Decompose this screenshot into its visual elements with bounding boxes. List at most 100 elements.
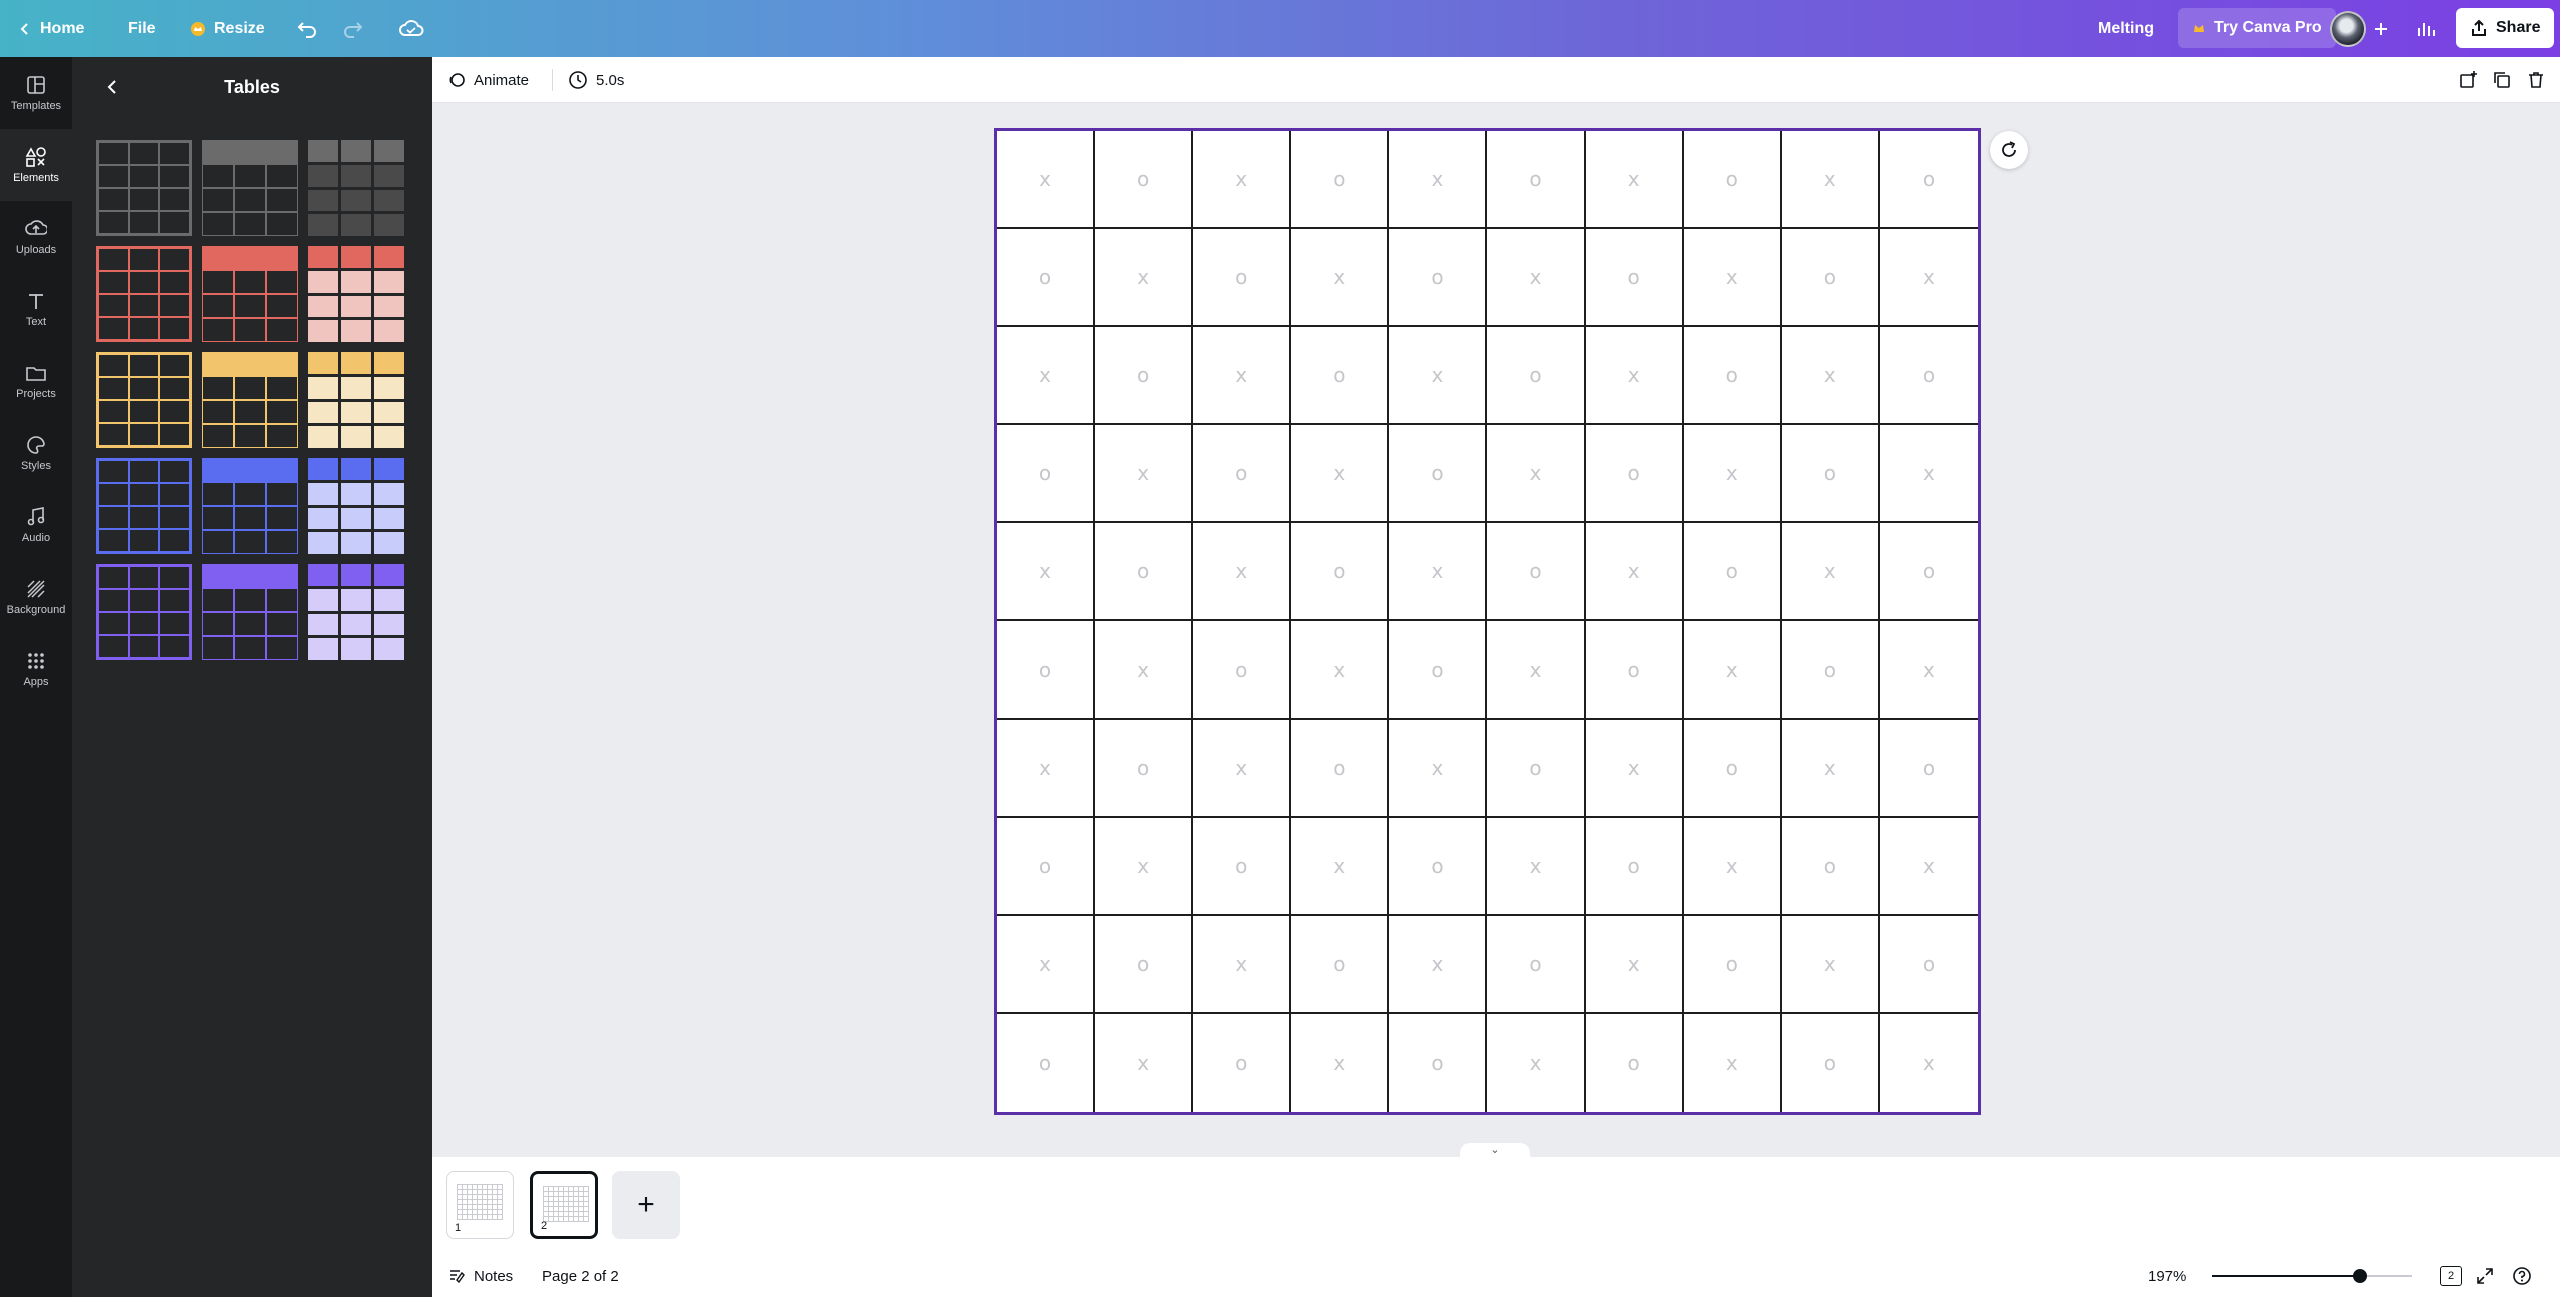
table-cell[interactable]: o <box>1389 229 1488 328</box>
notes-button[interactable]: Notes <box>448 1255 513 1297</box>
zoom-percentage[interactable]: 197% <box>2148 1255 2186 1297</box>
table-cell[interactable]: o <box>1586 1013 1684 1112</box>
share-button[interactable]: Share <box>2456 8 2555 48</box>
rail-item-uploads[interactable]: Uploads <box>0 201 72 273</box>
table-cell[interactable]: o <box>1193 621 1292 720</box>
table-cell[interactable]: o <box>1683 327 1782 426</box>
table-cell[interactable]: o <box>1291 719 1390 818</box>
table-cell[interactable]: o <box>1879 131 1978 230</box>
table-cell[interactable]: o <box>1487 719 1586 818</box>
table-cell[interactable]: x <box>1193 719 1292 818</box>
table-cell[interactable]: x <box>1291 425 1390 524</box>
table-cell[interactable]: x <box>997 719 1096 818</box>
add-page-button[interactable]: + <box>612 1171 680 1239</box>
home-button[interactable]: Home <box>18 0 84 57</box>
table-cell[interactable]: o <box>1683 719 1782 818</box>
table-cell[interactable]: x <box>1879 818 1978 916</box>
table-cell[interactable]: x <box>1487 621 1586 720</box>
zoom-slider-handle[interactable] <box>2353 1269 2367 1283</box>
tic-tac-toe-table[interactable]: xoxoxoxoxooxoxoxoxoxxoxoxoxoxooxoxoxoxox… <box>997 131 1978 1112</box>
table-cell[interactable]: x <box>997 131 1096 230</box>
table-cell[interactable]: o <box>1193 1013 1292 1112</box>
table-cell[interactable]: x <box>1291 817 1390 916</box>
table-cell[interactable]: o <box>1389 817 1488 916</box>
table-cell[interactable]: o <box>1389 1013 1488 1112</box>
add-collaborator-button[interactable] <box>2372 0 2390 57</box>
insights-button[interactable] <box>2415 0 2437 57</box>
table-cell[interactable]: x <box>1389 327 1488 426</box>
rail-item-styles[interactable]: Styles <box>0 417 72 489</box>
table-option[interactable] <box>96 458 192 554</box>
table-option[interactable] <box>308 458 404 554</box>
table-cell[interactable]: o <box>1585 621 1684 720</box>
table-cell[interactable]: x <box>1880 1014 1978 1112</box>
table-option[interactable] <box>308 246 404 342</box>
table-cell[interactable]: x <box>1095 817 1194 916</box>
table-cell[interactable]: o <box>1782 1013 1880 1112</box>
table-cell[interactable]: x <box>997 523 1096 622</box>
page-thumbnail-1[interactable]: 1 <box>446 1171 514 1239</box>
table-cell[interactable]: x <box>1683 425 1782 524</box>
table-cell[interactable]: o <box>1095 131 1194 230</box>
table-cell[interactable]: o <box>1781 229 1880 328</box>
table-cell[interactable]: o <box>1487 915 1586 1014</box>
table-option[interactable] <box>202 458 298 554</box>
table-cell[interactable]: x <box>1585 915 1684 1014</box>
table-cell[interactable]: x <box>1683 817 1782 916</box>
table-cell[interactable]: x <box>1879 621 1978 720</box>
zoom-slider[interactable] <box>2212 1275 2412 1277</box>
table-cell[interactable]: x <box>1389 131 1488 230</box>
table-cell[interactable]: o <box>1095 327 1194 426</box>
design-title[interactable]: Melting <box>2098 0 2154 57</box>
undo-button[interactable] <box>296 0 318 57</box>
table-cell[interactable]: x <box>1683 621 1782 720</box>
page-count-button[interactable]: 2 <box>2440 1255 2462 1297</box>
table-cell[interactable]: x <box>1291 229 1390 328</box>
table-cell[interactable]: x <box>1781 719 1880 818</box>
rail-item-elements[interactable]: Elements <box>0 129 72 201</box>
table-cell[interactable]: o <box>1095 719 1194 818</box>
table-cell[interactable]: x <box>1487 425 1586 524</box>
try-canva-pro-button[interactable]: Try Canva Pro <box>2178 8 2336 48</box>
table-cell[interactable]: o <box>997 229 1096 328</box>
table-cell[interactable]: x <box>1781 523 1880 622</box>
table-cell[interactable]: x <box>1781 131 1880 230</box>
table-cell[interactable]: o <box>1095 523 1194 622</box>
table-cell[interactable]: x <box>1879 425 1978 524</box>
table-cell[interactable]: x <box>1487 229 1586 328</box>
cloud-save-status[interactable] <box>398 0 424 57</box>
delete-page-button[interactable] <box>2526 57 2546 103</box>
table-cell[interactable]: o <box>1879 327 1978 426</box>
file-menu-button[interactable]: File <box>128 0 156 57</box>
table-cell[interactable]: o <box>1389 425 1488 524</box>
page-thumbnail-2[interactable]: 2 <box>530 1171 598 1239</box>
animate-button[interactable]: Animate <box>448 57 529 103</box>
table-cell[interactable]: x <box>1095 229 1194 328</box>
table-cell[interactable]: o <box>1291 523 1390 622</box>
table-option[interactable] <box>202 140 298 236</box>
table-cell[interactable]: x <box>1683 229 1782 328</box>
table-cell[interactable]: o <box>1291 131 1390 230</box>
table-cell[interactable]: x <box>1193 327 1292 426</box>
table-cell[interactable]: x <box>1585 131 1684 230</box>
table-cell[interactable]: o <box>1291 327 1390 426</box>
table-cell[interactable]: x <box>1193 523 1292 622</box>
table-cell[interactable]: o <box>1781 817 1880 916</box>
table-cell[interactable]: o <box>1879 720 1978 818</box>
table-cell[interactable]: o <box>1879 523 1978 622</box>
rail-item-text[interactable]: Text <box>0 273 72 345</box>
table-cell[interactable]: x <box>1193 131 1292 230</box>
table-cell[interactable]: x <box>1095 425 1194 524</box>
table-cell[interactable]: x <box>1095 1013 1194 1112</box>
table-cell[interactable]: o <box>1095 915 1194 1014</box>
table-cell[interactable]: x <box>1585 523 1684 622</box>
table-cell[interactable]: o <box>997 1013 1096 1112</box>
resize-button[interactable]: Resize <box>190 0 265 57</box>
table-cell[interactable]: x <box>1193 915 1292 1014</box>
table-cell[interactable]: o <box>997 817 1096 916</box>
table-cell[interactable]: x <box>1487 1013 1586 1112</box>
table-cell[interactable]: o <box>1389 621 1488 720</box>
vertical-scrollbar[interactable] <box>2546 103 2560 1143</box>
fullscreen-button[interactable] <box>2476 1255 2494 1297</box>
table-option[interactable] <box>202 564 298 660</box>
